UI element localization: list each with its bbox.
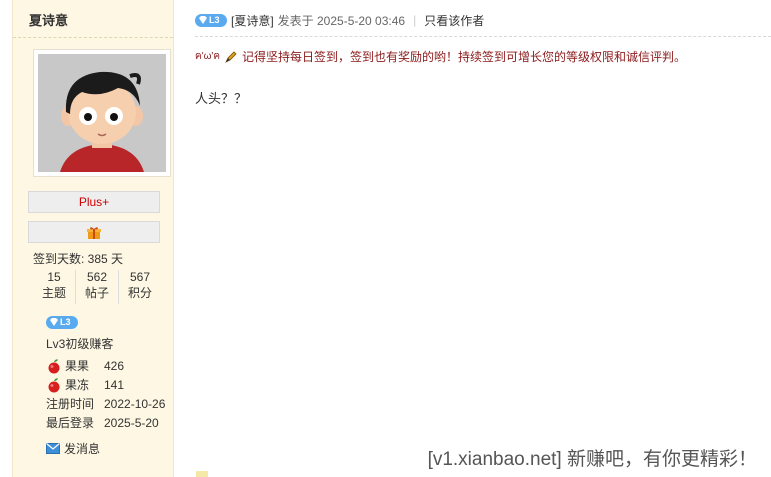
level-badge[interactable]: L3 [46,316,78,329]
info-key: 果果 [65,359,90,373]
stat-value: 567 [129,270,151,284]
stat-label: 积分 [127,286,152,300]
checkin-notice: ฅ'ω'ฅ 记得坚持每日签到，签到也有奖励的哟！持续签到可增长您的等级权限和诚信… [195,48,686,65]
stat-label: 帖子 [84,286,109,300]
checkin-days: 签到天数: 385 天 [33,252,124,266]
post-content: 人头？？ [195,91,248,106]
post-timestamp: 发表于 2025-5-20 03:46 [277,13,406,28]
bottom-edge-mark [196,471,208,477]
site-watermark: [v1.xianbao.net] 新赚吧，有你更精彩！ [427,444,757,471]
diamond-icon [199,15,207,24]
apple-icon [46,358,62,374]
post-header: L3 [夏诗意] 发表于 2025-5-20 03:46 | 只看该作者 [195,10,484,30]
avatar[interactable] [33,49,171,177]
stat-value: 562 [86,270,108,284]
stat-threads[interactable]: 15 主题 [33,270,76,304]
stat-points[interactable]: 567 积分 [119,270,161,304]
info-value: 426 [104,358,125,373]
info-register-date: 注册时间 2022-10-26 [46,395,165,412]
avatar-image [38,54,166,172]
info-key: 最后登录 [46,416,95,430]
info-guodong: 果冻 141 [46,376,124,393]
only-author-link[interactable]: 只看该作者 [424,12,484,29]
author-level-text: L3 [209,14,220,25]
info-value: 141 [104,377,125,392]
diamond-icon [50,318,58,326]
send-message-label: 发消息 [64,442,101,456]
username[interactable]: 夏诗意 [13,0,173,38]
info-value: 2022-10-26 [104,396,166,411]
stat-value: 15 [47,270,61,284]
plus-badge[interactable]: Plus+ [28,191,160,213]
info-last-login: 最后登录 2025-5-20 [46,414,159,431]
post-main: L3 [夏诗意] 发表于 2025-5-20 03:46 | 只看该作者 ฅ'ω… [175,0,771,477]
gift-icon [87,225,101,239]
info-value: 2025-5-20 [104,415,159,430]
user-sidebar: 夏诗意 Plus+ 签到天数: 385 天 15 主题 562 帖子 567 积… [12,0,174,477]
level-badge-text: L3 [60,317,71,327]
gift-button[interactable] [28,221,160,243]
envelope-icon [46,443,60,454]
stat-posts[interactable]: 562 帖子 [76,270,119,304]
stat-label: 主题 [41,286,66,300]
user-stats: 15 主题 562 帖子 567 积分 [33,270,161,304]
info-guoguo: 果果 426 [46,357,124,374]
info-key: 注册时间 [46,397,95,411]
send-message-link[interactable]: 发消息 [46,440,100,457]
header-divider: | [413,13,417,27]
post-divider [195,36,771,37]
post-author-link[interactable]: [夏诗意] [231,12,274,29]
notice-text: 记得坚持每日签到，签到也有奖励的哟！持续签到可增长您的等级权限和诚信评判。 [242,50,687,64]
level-title: Lv3初级赚客 [46,337,114,351]
pen-icon [225,50,237,63]
notice-emoticon: ฅ'ω'ฅ [195,51,221,62]
author-level-badge[interactable]: L3 [195,13,227,27]
apple-icon [46,377,62,393]
info-key: 果冻 [65,378,90,392]
